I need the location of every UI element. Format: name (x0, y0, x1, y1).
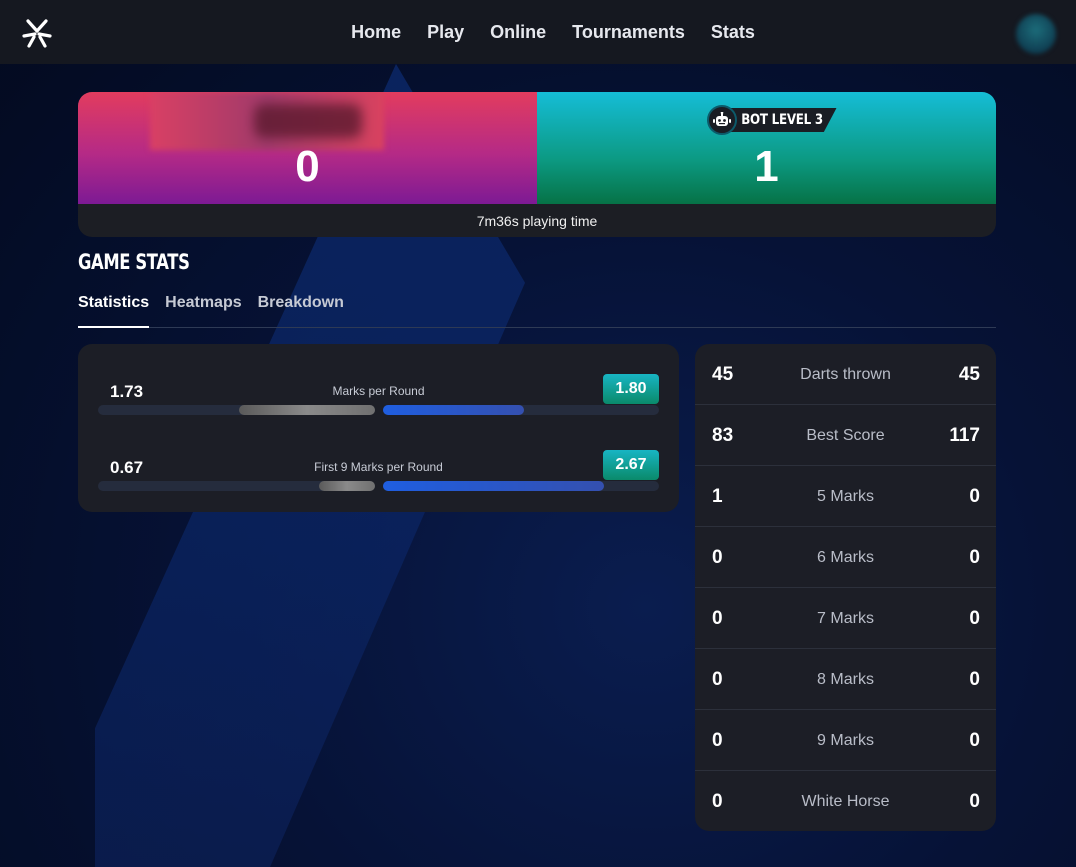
stats-table: 45 Darts thrown 45 83 Best Score 117 1 5… (695, 344, 996, 831)
tab-heatmaps[interactable]: Heatmaps (165, 294, 241, 328)
playing-time: 7m36s playing time (476, 212, 598, 229)
metric-bot-value-badge: 1.80 (603, 374, 659, 404)
bot-bar-fill (383, 481, 604, 491)
tab-statistics[interactable]: Statistics (78, 294, 150, 328)
bot-value: 0 (969, 730, 980, 751)
statistics-card: 1.73 Marks per Round 1.80 0.67 First 9 M… (78, 344, 679, 512)
nav-play[interactable]: Play (427, 22, 464, 43)
bot-panel: BOT LEVEL 3 1 (537, 92, 996, 204)
stat-label: 6 Marks (817, 549, 874, 566)
bot-bar-fill (383, 405, 524, 415)
stat-label: 8 Marks (817, 671, 874, 688)
bot-bar-track (383, 481, 659, 491)
table-row: 0 White Horse 0 (695, 771, 996, 831)
user-avatar[interactable] (1016, 14, 1056, 54)
player-bar-fill (239, 405, 375, 415)
section-title: GAME STATS (78, 250, 190, 274)
metric-bot-value-badge: 2.67 (603, 450, 659, 480)
stat-label: 5 Marks (817, 488, 874, 505)
bot-value: 0 (969, 669, 980, 690)
player-score: 0 (295, 142, 320, 191)
bot-value: 45 (958, 364, 980, 385)
tab-breakdown[interactable]: Breakdown (258, 294, 344, 328)
table-row: 0 9 Marks 0 (695, 710, 996, 771)
bot-value: 117 (949, 425, 980, 446)
player-panel: 0 (78, 92, 537, 204)
bot-value: 0 (969, 608, 980, 629)
player-bar-fill (319, 481, 375, 491)
stat-label: 7 Marks (817, 610, 874, 627)
table-row: 45 Darts thrown 45 (695, 344, 996, 405)
top-navigation-bar: Home Play Online Tournaments Stats (0, 0, 1076, 64)
table-row: 0 6 Marks 0 (695, 527, 996, 588)
table-row: 1 5 Marks 0 (695, 466, 996, 527)
stats-tabs: Statistics Heatmaps Breakdown (78, 294, 996, 328)
bot-value: 0 (969, 547, 980, 568)
stat-label: 9 Marks (817, 732, 874, 749)
table-row: 83 Best Score 117 (695, 405, 996, 466)
player-bar-track (98, 405, 375, 415)
nav-stats[interactable]: Stats (711, 22, 755, 43)
bot-score: 1 (754, 142, 779, 191)
stat-label: Darts thrown (800, 366, 891, 383)
nav-tournaments[interactable]: Tournaments (572, 22, 685, 43)
table-row: 0 8 Marks 0 (695, 649, 996, 710)
stat-label: White Horse (801, 793, 890, 810)
player-bar-track (98, 481, 375, 491)
table-row: 0 7 Marks 0 (695, 588, 996, 649)
main-nav: Home Play Online Tournaments Stats (0, 0, 1076, 64)
bot-value: 0 (969, 791, 980, 812)
bot-bar-track (383, 405, 659, 415)
nav-online[interactable]: Online (490, 22, 546, 43)
robot-icon (707, 105, 737, 135)
nav-home[interactable]: Home (351, 22, 401, 43)
bot-value: 0 (969, 486, 980, 507)
scoreboard: 0 BOT LEVEL 3 1 7m36s playing time (78, 92, 996, 237)
metric-label: Marks per Round (332, 384, 425, 398)
metric-label: First 9 Marks per Round (314, 460, 443, 474)
bot-level-label: BOT LEVEL 3 (731, 108, 837, 132)
bot-badge: BOT LEVEL 3 (707, 105, 855, 135)
